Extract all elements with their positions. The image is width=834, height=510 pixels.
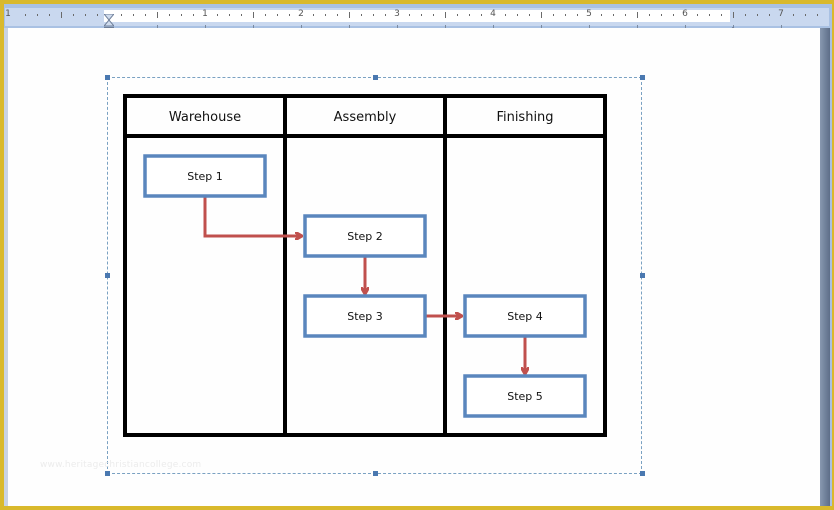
swimlane-diagram[interactable]: Warehouse Assembly Finishing Step 1 Step…	[0, 0, 834, 510]
lane-header-assembly: Assembly	[334, 110, 397, 125]
step-label-3: Step 3	[347, 310, 383, 323]
step-label-4: Step 4	[507, 310, 543, 323]
step-label-1: Step 1	[187, 170, 223, 183]
watermark-text: www.heritagechristiancollege.com	[40, 460, 202, 470]
step-label-2: Step 2	[347, 230, 383, 243]
step-label-5: Step 5	[507, 390, 543, 403]
lane-header-finishing: Finishing	[496, 110, 553, 125]
lane-header-warehouse: Warehouse	[169, 110, 241, 125]
